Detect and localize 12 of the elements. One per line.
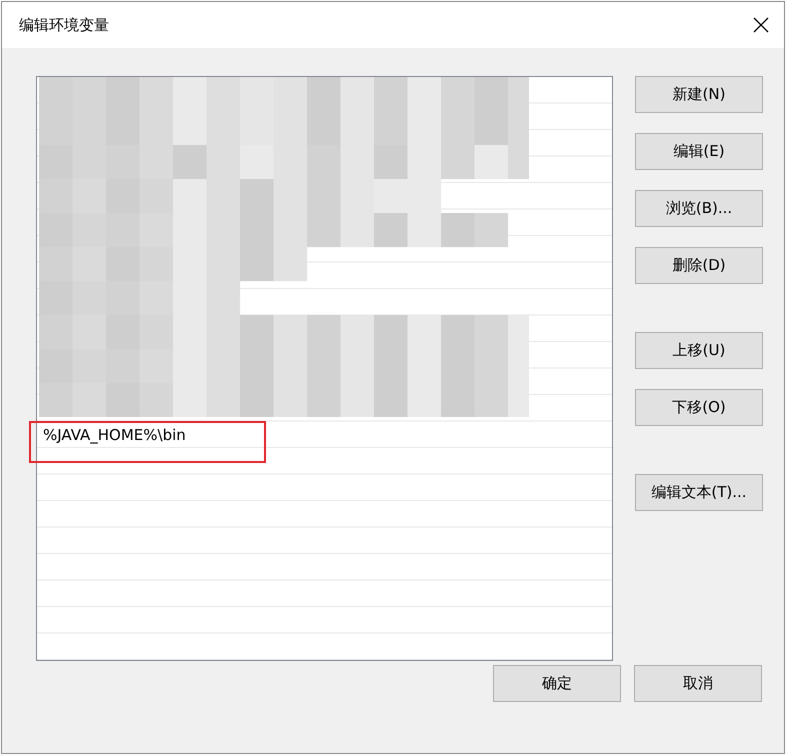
action-button[interactable]: 上移(U) bbox=[635, 332, 763, 369]
action-button[interactable]: 浏览(B)... bbox=[635, 190, 763, 227]
window-title: 编辑环境变量 bbox=[19, 16, 109, 34]
dialog-button[interactable]: 取消 bbox=[634, 665, 762, 702]
action-button[interactable]: 新建(N) bbox=[635, 76, 763, 113]
path-entry[interactable]: %JAVA_HOME%\bin bbox=[43, 426, 186, 444]
action-button[interactable]: 删除(D) bbox=[635, 247, 763, 284]
dialog-button[interactable]: 确定 bbox=[493, 665, 621, 702]
action-button[interactable]: 编辑文本(T)... bbox=[635, 474, 763, 511]
action-button[interactable]: 下移(O) bbox=[635, 389, 763, 426]
path-list[interactable]: %JAVA_HOME%\bin bbox=[36, 76, 613, 661]
action-button[interactable]: 编辑(E) bbox=[635, 133, 763, 170]
